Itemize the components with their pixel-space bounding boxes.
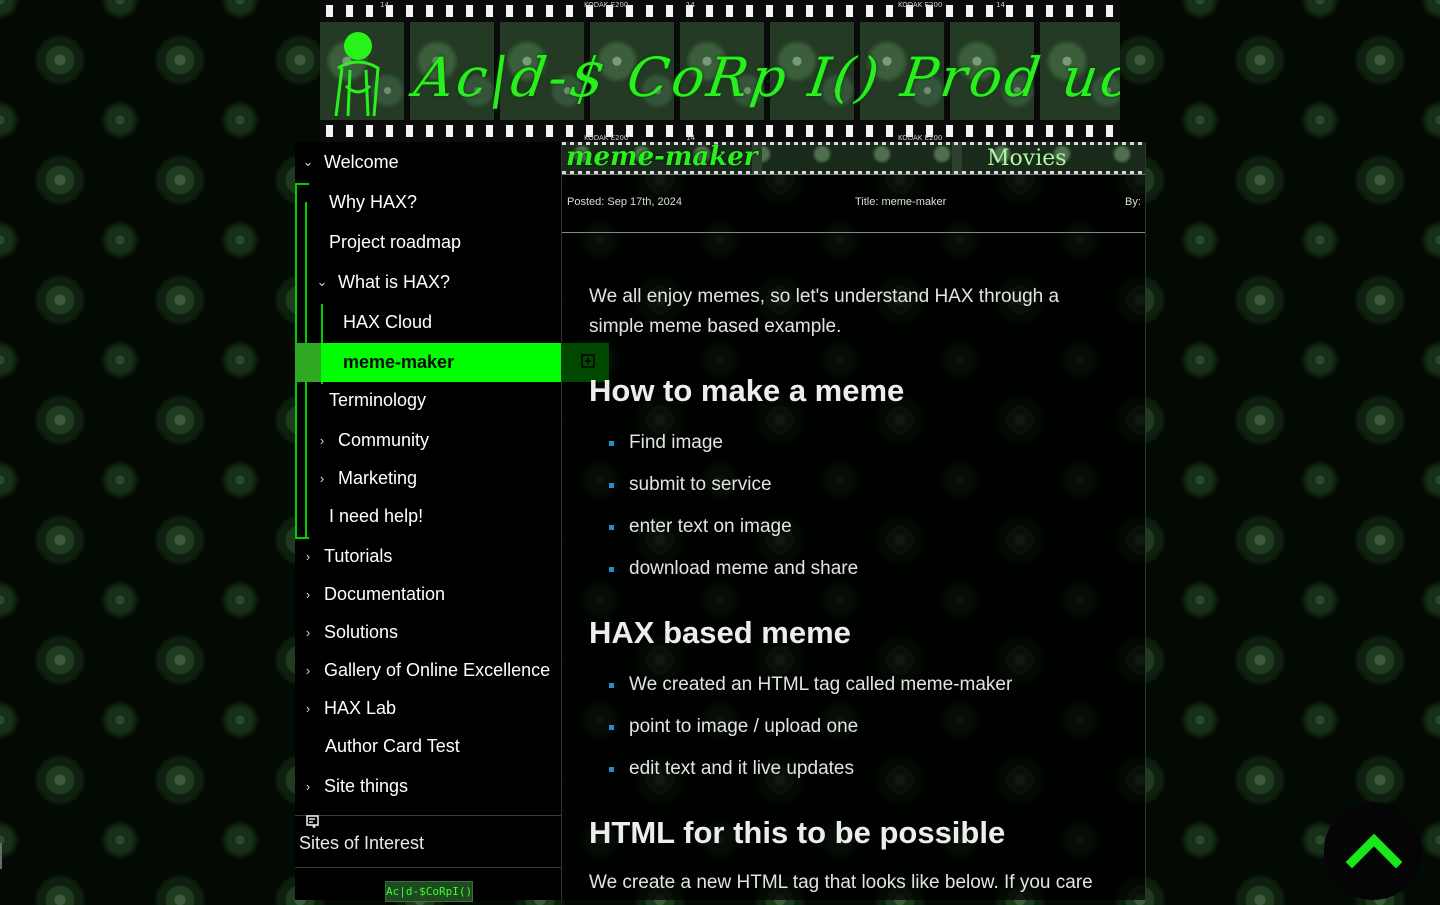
article-intro: We all enjoy memes, so let's understand … bbox=[589, 286, 1060, 337]
nav-item-label: Documentation bbox=[324, 583, 446, 604]
scroll-to-top-button[interactable] bbox=[1324, 802, 1422, 900]
nav-item-label: meme-maker bbox=[343, 352, 455, 372]
nav-item-hax-lab[interactable]: › HAX Lab bbox=[295, 689, 568, 727]
chevron-down-icon[interactable]: ⌄ bbox=[316, 274, 328, 290]
sites-of-interest-label[interactable]: Sites of Interest bbox=[299, 833, 424, 854]
nav-item-label: Welcome bbox=[324, 151, 399, 172]
nav-item-terminology[interactable]: Terminology bbox=[295, 381, 595, 419]
nav-item-community[interactable]: › Community bbox=[295, 421, 582, 459]
list-item: edit text and it live updates bbox=[609, 756, 1012, 798]
nav-item-label: Why HAX? bbox=[329, 191, 418, 212]
nav-item-what-is-hax[interactable]: ⌄ What is HAX? bbox=[295, 263, 582, 301]
nav-item-marketing[interactable]: › Marketing bbox=[295, 459, 582, 497]
film-mark: KODAK E200 bbox=[584, 134, 629, 142]
post-meta: Posted: Sep 17th, 2024 Title: meme-maker… bbox=[562, 176, 1145, 233]
nav-item-label: Terminology bbox=[329, 389, 427, 410]
strip-movies-label: Movies bbox=[987, 146, 1067, 171]
chevron-right-icon[interactable]: › bbox=[316, 433, 328, 448]
film-mark: KODAK E200 bbox=[898, 1, 943, 9]
site-banner: 14 KODAK E200 14 KODAK E200 14 KODAK E20… bbox=[320, 0, 1120, 142]
chevron-right-icon[interactable]: › bbox=[302, 587, 314, 602]
section-heading: How to make a meme bbox=[589, 373, 905, 408]
film-mark: 14 bbox=[380, 1, 389, 9]
nav-item-why-hax[interactable]: Why HAX? bbox=[295, 183, 595, 221]
nav-item-label: What is HAX? bbox=[338, 271, 451, 292]
nav-item-author-card-test[interactable]: Author Card Test bbox=[295, 727, 591, 765]
section-heading: HTML for this to be possible bbox=[589, 815, 1006, 850]
chevron-right-icon[interactable]: › bbox=[302, 663, 314, 678]
movie-strip-header: meme-maker Movies bbox=[562, 142, 1145, 175]
nav-item-label: Author Card Test bbox=[325, 735, 460, 756]
nav-item-documentation[interactable]: › Documentation bbox=[295, 575, 568, 613]
film-mark: 14 bbox=[996, 1, 1005, 9]
film-mark: 14 bbox=[686, 1, 695, 9]
chevron-up-icon[interactable] bbox=[1324, 802, 1422, 900]
note-add-icon[interactable] bbox=[306, 815, 320, 829]
bullet-list: Find image submit to service enter text … bbox=[609, 430, 858, 598]
section-heading: HAX based meme bbox=[589, 615, 851, 650]
nav-item-tutorials[interactable]: › Tutorials bbox=[295, 537, 568, 575]
divider bbox=[295, 815, 561, 816]
site-navigation: ⌄ Welcome Why HAX? Project roadmap ⌄ Wha… bbox=[295, 142, 609, 902]
nav-item-welcome[interactable]: ⌄ Welcome bbox=[295, 143, 568, 181]
scrollbar-edge bbox=[0, 843, 2, 869]
chevron-right-icon[interactable]: › bbox=[302, 625, 314, 640]
nav-item-label: HAX Lab bbox=[324, 697, 397, 718]
list-item: Find image bbox=[609, 430, 858, 472]
list-item: submit to service bbox=[609, 472, 858, 514]
nav-item-gallery[interactable]: › Gallery of Online Excellence bbox=[295, 651, 568, 689]
list-item: download meme and share bbox=[609, 556, 858, 598]
list-item: enter text on image bbox=[609, 514, 858, 556]
film-mark: KODAK E200 bbox=[584, 1, 629, 9]
nav-item-label: Solutions bbox=[324, 621, 399, 642]
nav-item-label: Gallery of Online Excellence bbox=[324, 659, 551, 680]
strip-title: meme-maker bbox=[566, 142, 758, 172]
post-author: By: bbox=[1125, 196, 1141, 208]
bullet-list: We created an HTML tag called meme-maker… bbox=[609, 672, 1012, 798]
chevron-right-icon[interactable]: › bbox=[302, 779, 314, 794]
list-item: We created an HTML tag called meme-maker bbox=[609, 672, 1012, 714]
site-badge[interactable]: Ac|d-$CoRpI() bbox=[385, 881, 473, 902]
list-item: point to image / upload one bbox=[609, 714, 1012, 756]
film-sprockets-bottom bbox=[320, 120, 1120, 142]
posted-date: Posted: Sep 17th, 2024 bbox=[567, 196, 682, 208]
nav-item-i-need-help[interactable]: I need help! bbox=[295, 497, 595, 535]
nav-item-site-things[interactable]: › Site things bbox=[295, 767, 568, 805]
film-mark: 14 bbox=[686, 134, 695, 142]
nav-item-label: I need help! bbox=[329, 505, 424, 526]
chevron-right-icon[interactable]: › bbox=[316, 471, 328, 486]
chevron-down-icon[interactable]: ⌄ bbox=[302, 154, 314, 170]
nav-item-label: HAX Cloud bbox=[343, 311, 433, 332]
nav-item-label: Marketing bbox=[338, 467, 418, 488]
site-title[interactable]: Ac|d-$ CoRp I() Prod uctio nz bbox=[411, 46, 1120, 109]
post-title-meta: Title: meme-maker bbox=[855, 196, 947, 208]
nav-item-label: Project roadmap bbox=[329, 231, 462, 252]
nav-item-project-roadmap[interactable]: Project roadmap bbox=[295, 223, 595, 261]
section-text: We create a new HTML tag that looks like… bbox=[589, 872, 1093, 893]
nav-item-label: Site things bbox=[324, 775, 409, 796]
nav-item-solutions[interactable]: › Solutions bbox=[295, 613, 568, 651]
nav-item-label: Tutorials bbox=[324, 545, 393, 566]
chevron-right-icon[interactable]: › bbox=[302, 701, 314, 716]
nav-item-label: Community bbox=[338, 429, 430, 450]
divider bbox=[295, 867, 561, 868]
main-content: meme-maker Movies Posted: Sep 17th, 2024… bbox=[561, 142, 1146, 900]
film-mark: KODAK E200 bbox=[898, 134, 943, 142]
alien-logo-icon bbox=[334, 32, 380, 117]
chevron-right-icon[interactable]: › bbox=[302, 549, 314, 564]
